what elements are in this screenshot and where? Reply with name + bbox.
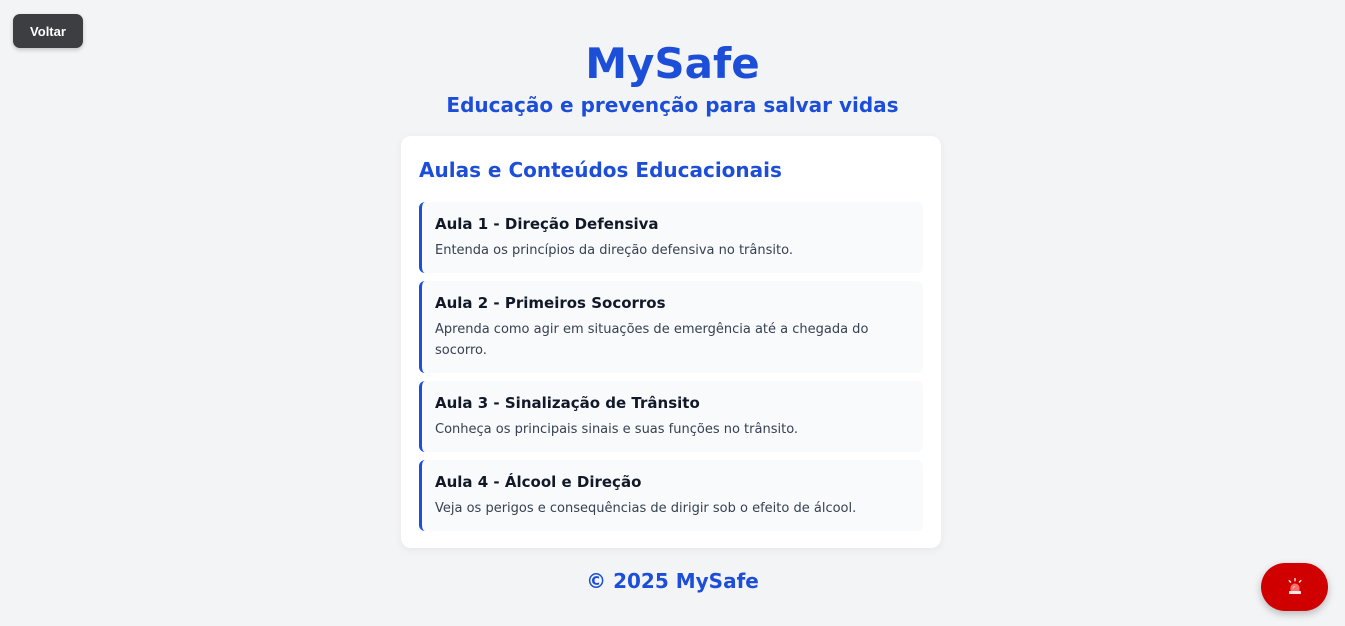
lesson-item[interactable]: Aula 3 - Sinalização de Trânsito Conheça… bbox=[419, 381, 923, 452]
lesson-title: Aula 4 - Álcool e Direção bbox=[435, 473, 642, 491]
lesson-title: Aula 1 - Direção Defensiva bbox=[435, 215, 659, 233]
page-header: MySafe Educação e prevenção para salvar … bbox=[0, 38, 1345, 120]
lesson-description: Entenda os princípios da direção defensi… bbox=[435, 243, 793, 258]
emergency-button[interactable] bbox=[1261, 563, 1328, 611]
lesson-item[interactable]: Aula 1 - Direção Defensiva Entenda os pr… bbox=[419, 202, 923, 273]
lesson-description: Conheça os principais sinais e suas funç… bbox=[435, 422, 799, 437]
lesson-description: Aprenda como agir em situações de emergê… bbox=[435, 322, 869, 358]
footer: © 2025 MySafe bbox=[586, 569, 759, 593]
lesson-title: Aula 3 - Sinalização de Trânsito bbox=[435, 394, 700, 412]
back-button-label: Voltar bbox=[30, 23, 66, 39]
lesson-title: Aula 2 - Primeiros Socorros bbox=[435, 294, 666, 312]
section-title: Aulas e Conteúdos Educacionais bbox=[419, 158, 782, 182]
lessons-card: Aulas e Conteúdos Educacionais Aula 1 - … bbox=[401, 136, 941, 548]
siren-icon bbox=[1288, 578, 1302, 594]
lesson-item[interactable]: Aula 4 - Álcool e Direção Veja os perigo… bbox=[419, 460, 923, 531]
app-subtitle: Educação e prevenção para salvar vidas bbox=[446, 93, 899, 117]
app-title: MySafe bbox=[585, 39, 760, 88]
lesson-description: Veja os perigos e consequências de dirig… bbox=[435, 501, 857, 516]
lesson-item[interactable]: Aula 2 - Primeiros Socorros Aprenda como… bbox=[419, 281, 923, 373]
